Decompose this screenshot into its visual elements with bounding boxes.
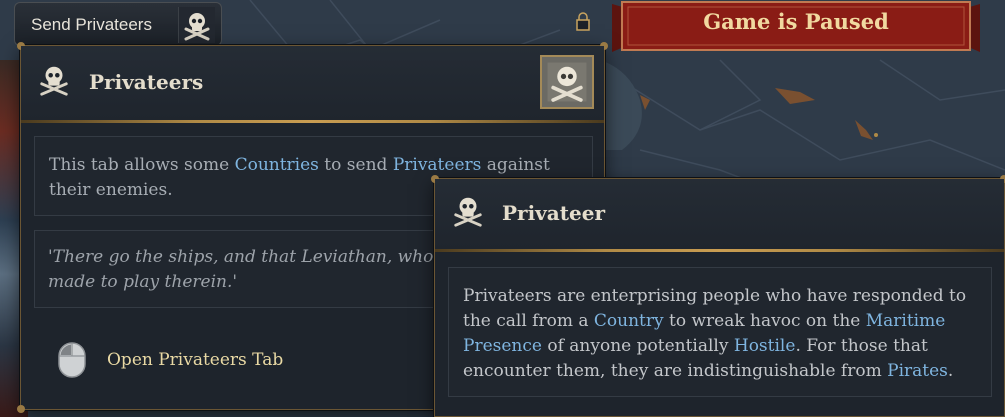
game-paused-banner: Game is Paused	[612, 0, 980, 56]
send-privateers-label: Send Privateers	[31, 15, 152, 34]
privateers-link[interactable]: Privateers	[393, 155, 482, 175]
tooltip-body: Privateers are enterprising people who h…	[448, 267, 992, 397]
privateers-badge-icon	[540, 55, 594, 109]
open-privateers-tab-label: Open Privateers Tab	[107, 350, 284, 370]
game-paused-label: Game is Paused	[703, 9, 889, 34]
lock-icon	[576, 12, 590, 31]
skull-crossbones-icon	[37, 62, 71, 102]
tooltip-title: Privateer	[502, 201, 605, 225]
hostile-link[interactable]: Hostile	[734, 336, 796, 356]
countries-link[interactable]: Countries	[235, 155, 319, 175]
skull-crossbones-icon	[451, 193, 485, 233]
send-privateers-button[interactable]: Send Privateers	[14, 2, 222, 46]
mouse-icon	[57, 341, 87, 383]
privateer-tooltip: Privateer Privateers are enterprising pe…	[431, 175, 1005, 417]
skull-crossbones-icon	[178, 7, 215, 43]
tooltip-title: Privateers	[89, 70, 204, 94]
open-privateers-tab-hint[interactable]: Open Privateers Tab	[57, 338, 317, 382]
country-link[interactable]: Country	[594, 311, 664, 331]
pirates-link[interactable]: Pirates	[887, 361, 948, 381]
